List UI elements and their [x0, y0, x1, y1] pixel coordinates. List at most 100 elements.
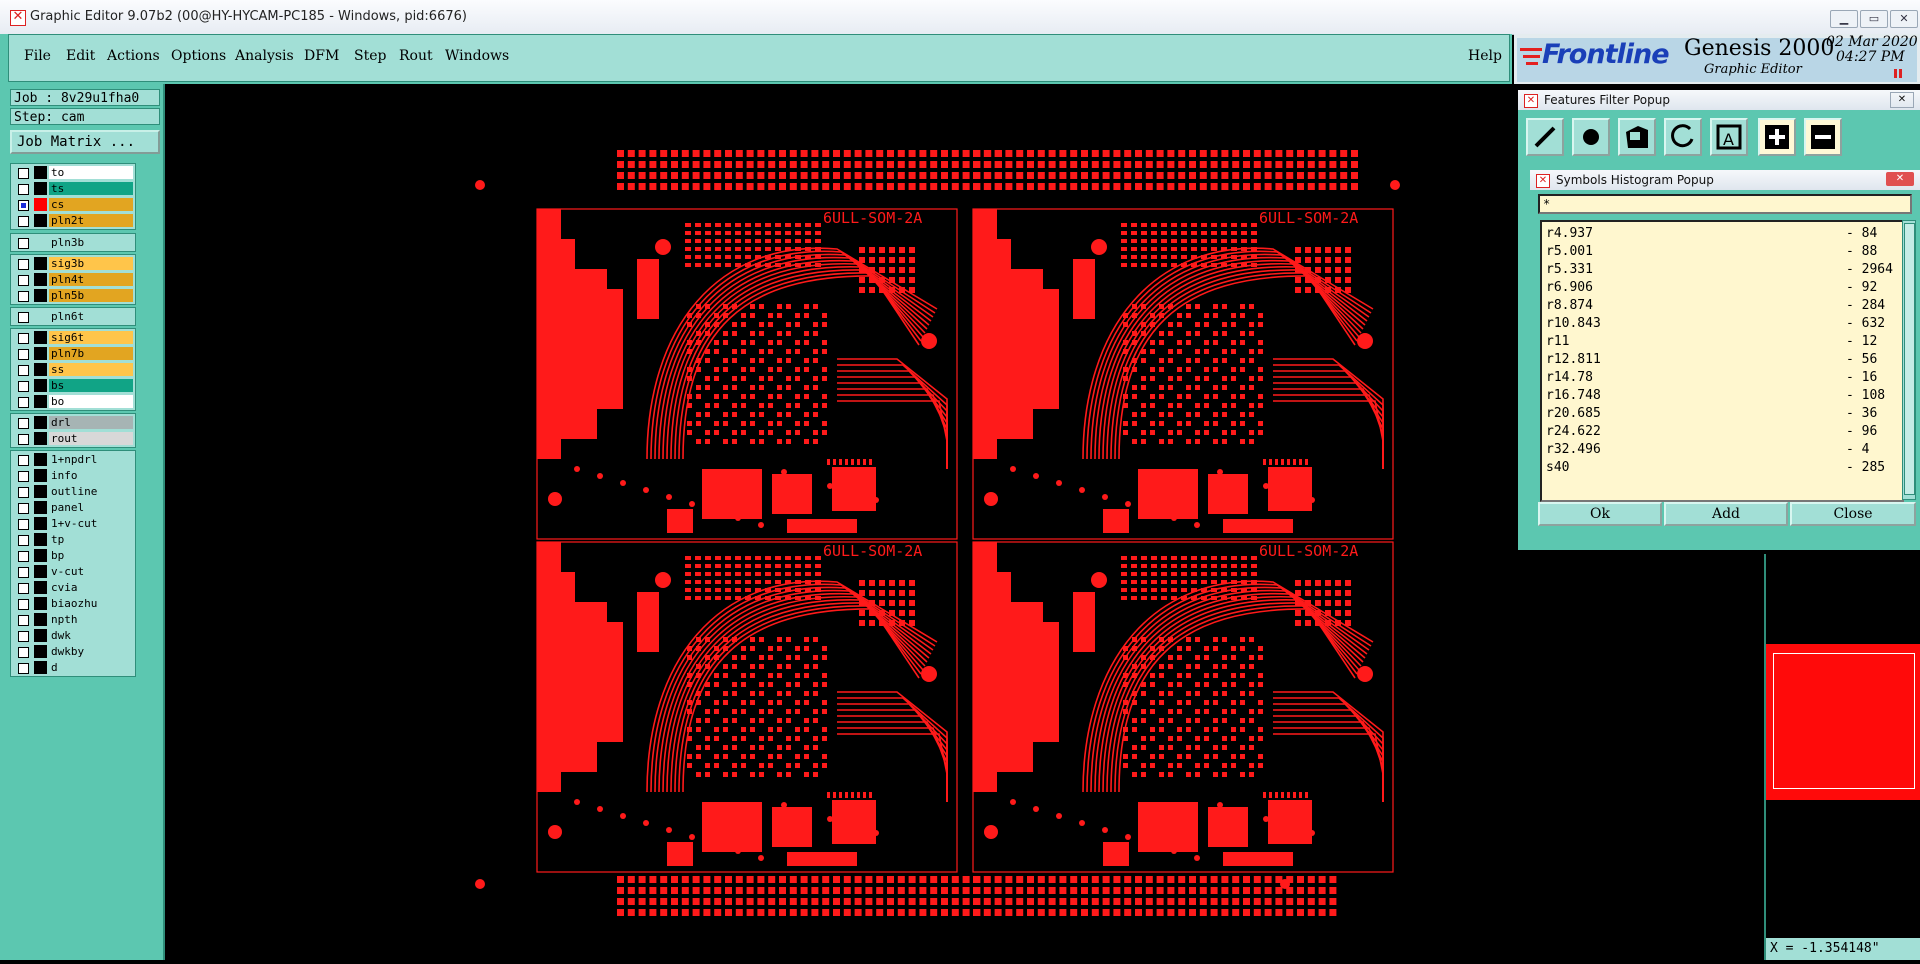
layer-color-swatch[interactable]: [34, 416, 47, 429]
maximize-button[interactable]: ▭: [1860, 10, 1888, 28]
symbol-row[interactable]: r20.685 - 36: [1546, 406, 1896, 424]
layer-row[interactable]: biaozhu: [11, 596, 135, 611]
layer-checkbox[interactable]: [18, 599, 29, 610]
menu-windows[interactable]: Windows: [445, 48, 509, 64]
layer-checkbox[interactable]: [18, 503, 29, 514]
layer-checkbox[interactable]: [18, 216, 29, 227]
layer-checkbox[interactable]: [18, 663, 29, 674]
layer-checkbox[interactable]: [18, 455, 29, 466]
layer-name[interactable]: cvia: [49, 581, 133, 594]
layer-checkbox[interactable]: [18, 583, 29, 594]
symbol-row[interactable]: r6.906 - 92: [1546, 280, 1896, 298]
layer-row[interactable]: v-cut: [11, 564, 135, 579]
remove-feature-button[interactable]: [1804, 118, 1842, 156]
layer-checkbox[interactable]: [18, 567, 29, 578]
layer-name[interactable]: drl: [49, 416, 133, 429]
layer-color-swatch[interactable]: [34, 347, 47, 360]
layer-name[interactable]: pln7b: [49, 347, 133, 360]
menu-options[interactable]: Options: [171, 48, 226, 64]
layer-checkbox[interactable]: [18, 535, 29, 546]
layer-name[interactable]: v-cut: [49, 565, 133, 578]
layer-name[interactable]: pln6t: [49, 310, 133, 323]
layer-row[interactable]: 1+npdrl: [11, 452, 135, 467]
menu-analysis[interactable]: Analysis: [235, 48, 294, 64]
layer-name[interactable]: to: [49, 166, 133, 179]
close-button[interactable]: ✕: [1890, 10, 1918, 28]
text-tool-button[interactable]: A: [1710, 118, 1748, 156]
layer-name[interactable]: biaozhu: [49, 597, 133, 610]
layer-color-swatch[interactable]: [34, 661, 47, 674]
layer-row[interactable]: pln4t: [11, 272, 135, 287]
layer-color-swatch[interactable]: [34, 613, 47, 626]
layer-color-swatch[interactable]: [34, 395, 47, 408]
symbol-row[interactable]: r8.874 - 284: [1546, 298, 1896, 316]
layer-row[interactable]: pln3b: [11, 235, 135, 250]
menu-dfm[interactable]: DFM: [304, 48, 339, 64]
layer-name[interactable]: dwkby: [49, 645, 133, 658]
layer-color-swatch[interactable]: [34, 565, 47, 578]
symbol-row[interactable]: r14.78 - 16: [1546, 370, 1896, 388]
layer-color-swatch[interactable]: [34, 182, 47, 195]
menu-help[interactable]: Help: [1468, 48, 1502, 64]
layer-name[interactable]: sig6t: [49, 331, 133, 344]
layer-color-swatch[interactable]: [34, 581, 47, 594]
layer-checkbox[interactable]: [18, 365, 29, 376]
layer-checkbox[interactable]: [18, 631, 29, 642]
layer-row[interactable]: info: [11, 468, 135, 483]
layer-color-swatch[interactable]: [34, 166, 47, 179]
layer-name[interactable]: dwk: [49, 629, 133, 642]
symbols-scrollbar[interactable]: [1902, 220, 1916, 500]
layer-color-swatch[interactable]: [34, 629, 47, 642]
layer-row[interactable]: pln5b: [11, 288, 135, 303]
layer-row[interactable]: bp: [11, 548, 135, 563]
layer-row[interactable]: rout: [11, 431, 135, 446]
layer-name[interactable]: npth: [49, 613, 133, 626]
layer-row[interactable]: dwkby: [11, 644, 135, 659]
layer-checkbox[interactable]: [18, 418, 29, 429]
layer-name[interactable]: bs: [49, 379, 133, 392]
layer-name[interactable]: bp: [49, 549, 133, 562]
layer-name[interactable]: 1+v-cut: [49, 517, 133, 530]
layer-row[interactable]: sig6t: [11, 330, 135, 345]
layer-row[interactable]: 1+v-cut: [11, 516, 135, 531]
layer-checkbox[interactable]: [18, 647, 29, 658]
layer-row[interactable]: ts: [11, 181, 135, 196]
symbols-histogram-close-icon[interactable]: ✕: [1886, 172, 1914, 186]
layer-checkbox[interactable]: [18, 487, 29, 498]
layer-color-swatch[interactable]: [34, 517, 47, 530]
layer-row[interactable]: bs: [11, 378, 135, 393]
layer-checkbox[interactable]: [18, 168, 29, 179]
layer-name[interactable]: bo: [49, 395, 133, 408]
symbol-row[interactable]: s40 - 285: [1546, 460, 1896, 478]
layer-color-swatch[interactable]: [34, 214, 47, 227]
layer-row[interactable]: tp: [11, 532, 135, 547]
layer-row[interactable]: bo: [11, 394, 135, 409]
layer-checkbox[interactable]: [18, 259, 29, 270]
layer-color-swatch[interactable]: [34, 257, 47, 270]
layer-checkbox[interactable]: [18, 291, 29, 302]
layer-row[interactable]: pln2t: [11, 213, 135, 228]
zoom-preview[interactable]: [1764, 644, 1920, 800]
layer-color-swatch[interactable]: [34, 432, 47, 445]
layer-row[interactable]: cvia: [11, 580, 135, 595]
layer-name[interactable]: pln5b: [49, 289, 133, 302]
pcb-view[interactable]: 6ULL-SOM-2A 6ULL-SOM-2A 6ULL-SOM-2A 6ULL-SO…: [165, 84, 1516, 960]
layer-color-swatch[interactable]: [34, 533, 47, 546]
symbol-row[interactable]: r24.622 - 96: [1546, 424, 1896, 442]
line-tool-button[interactable]: [1526, 118, 1564, 156]
layer-checkbox[interactable]: [18, 615, 29, 626]
layer-checkbox[interactable]: [18, 275, 29, 286]
symbol-row[interactable]: r10.843 - 632: [1546, 316, 1896, 334]
layer-checkbox[interactable]: [18, 312, 29, 323]
layer-color-swatch[interactable]: [34, 289, 47, 302]
minimize-button[interactable]: ▁: [1830, 10, 1858, 28]
layer-checkbox[interactable]: [18, 238, 29, 249]
layer-row[interactable]: outline: [11, 484, 135, 499]
layer-row[interactable]: ss: [11, 362, 135, 377]
layer-row[interactable]: sig3b: [11, 256, 135, 271]
layer-checkbox[interactable]: [18, 397, 29, 408]
layer-name[interactable]: ss: [49, 363, 133, 376]
symbol-row[interactable]: r5.331 - 2964: [1546, 262, 1896, 280]
symbol-row[interactable]: r4.937 - 84: [1546, 226, 1896, 244]
layer-checkbox[interactable]: [18, 349, 29, 360]
